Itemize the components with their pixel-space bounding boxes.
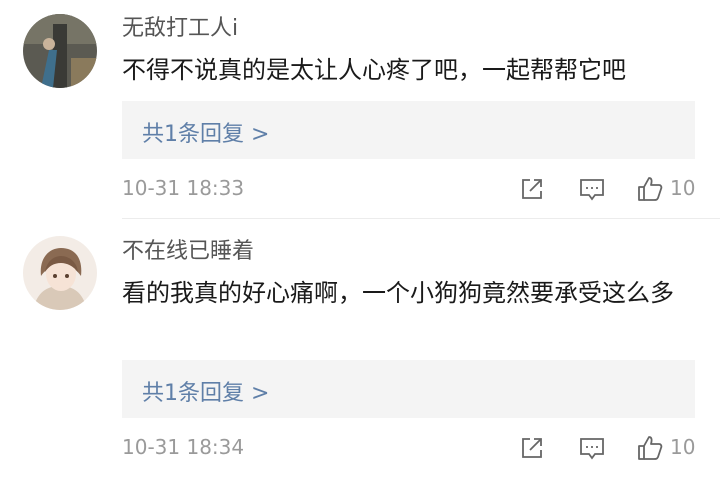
comment-timestamp: 10-31 18:33 <box>122 176 245 200</box>
share-icon[interactable] <box>517 174 547 204</box>
comment-text: 不得不说真的是太让人心疼了吧，一起帮帮它吧 <box>122 56 626 84</box>
view-replies-button[interactable]: 共1条回复 > <box>122 101 695 159</box>
view-replies-label: 共1条回复 > <box>142 122 270 147</box>
comment-meta: 10-31 18:33 10 <box>0 174 720 204</box>
username[interactable]: 无敌打工人i <box>122 10 238 42</box>
like-count: 10 <box>670 435 696 459</box>
like-count: 10 <box>670 176 696 200</box>
comment-item: 无敌打工人i 不得不说真的是太让人心疼了吧，一起帮帮它吧 共1条回复 > 10-… <box>0 0 720 218</box>
avatar[interactable] <box>23 14 97 88</box>
comment-icon[interactable] <box>577 433 607 463</box>
comment-text: 看的我真的好心痛啊，一个小狗狗竟然要承受这么多 <box>122 279 674 307</box>
thumbs-up-icon[interactable] <box>635 174 665 204</box>
avatar[interactable] <box>23 236 97 310</box>
share-icon[interactable] <box>517 433 547 463</box>
comment-item: 不在线已睡着 看的我真的好心痛啊，一个小狗狗竟然要承受这么多 共1条回复 > 1… <box>0 219 720 485</box>
thumbs-up-icon[interactable] <box>635 433 665 463</box>
username[interactable]: 不在线已睡着 <box>122 233 254 265</box>
view-replies-button[interactable]: 共1条回复 > <box>122 360 695 418</box>
comment-icon[interactable] <box>577 174 607 204</box>
comment-timestamp: 10-31 18:34 <box>122 435 245 459</box>
comment-meta: 10-31 18:34 10 <box>0 433 720 463</box>
view-replies-label: 共1条回复 > <box>142 381 270 406</box>
